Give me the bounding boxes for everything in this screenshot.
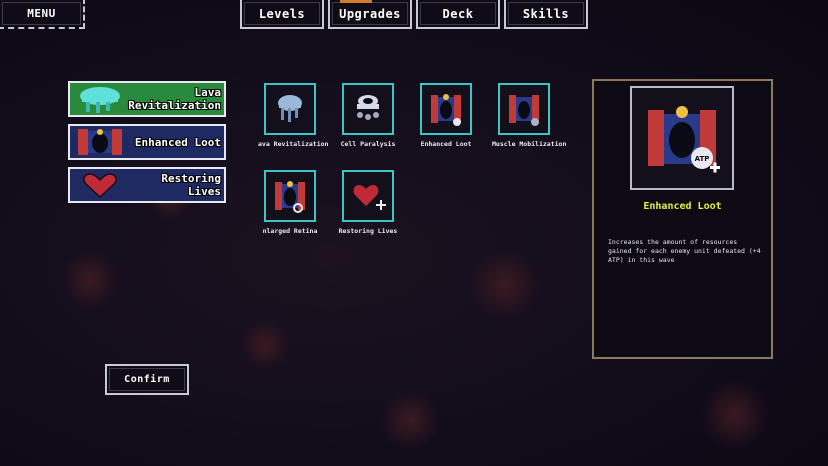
active-tab-indicator <box>340 0 372 3</box>
upgrade-label: Cell Paralysis <box>340 140 396 148</box>
muscle-gate-icon <box>509 95 539 126</box>
svg-text:ATP: ATP <box>695 155 710 163</box>
background-spot <box>60 250 120 310</box>
background-spot <box>700 380 770 450</box>
detail-description: Increases the amount of resources gained… <box>608 238 761 264</box>
menu-button[interactable]: MENU <box>0 0 85 29</box>
upgrade-enhanced-loot[interactable]: Enhanced Loot <box>414 83 478 148</box>
detail-image: ATP <box>630 86 734 190</box>
selected-card-enhanced-loot[interactable]: Enhanced Loot <box>68 124 226 160</box>
upgrade-label: Enhanced Loot <box>420 140 472 148</box>
upgrade-label: nlarged Retina <box>262 227 318 235</box>
selected-card-restoring-lives[interactable]: Restoring Lives <box>68 167 226 203</box>
background-spot <box>470 250 540 320</box>
upgrade-muscle-mobilization[interactable]: Muscle Mobilization <box>492 83 567 148</box>
upgrade-label: Restoring Lives <box>338 227 398 235</box>
tab-levels[interactable]: Levels <box>240 0 324 29</box>
heart-plus-icon <box>353 185 386 210</box>
upgrade-label: ava Revitalization <box>258 140 329 148</box>
upgrade-label: Muscle Mobilization <box>492 140 567 148</box>
enhanced-loot-icon <box>431 94 461 126</box>
retina-gate-icon <box>275 181 305 213</box>
enhanced-loot-icon: ATP <box>648 106 720 173</box>
background-spot <box>380 390 440 450</box>
lava-jellyfish-icon <box>80 87 120 113</box>
upgrade-lava-revitalization[interactable]: ava Revitalization <box>258 83 329 148</box>
selected-card-lava-revitalization[interactable]: Lava Revitalization <box>68 81 226 117</box>
enhanced-loot-icon <box>78 129 122 155</box>
background-spot <box>240 320 290 370</box>
upgrade-enlarged-retina[interactable]: nlarged Retina <box>258 170 322 235</box>
lava-jellyfish-icon <box>278 95 302 122</box>
detail-title: Enhanced Loot <box>643 201 722 212</box>
selected-card-label: Restoring Lives <box>161 172 221 198</box>
confirm-button[interactable]: Confirm <box>105 364 189 395</box>
tab-skills[interactable]: Skills <box>504 0 588 29</box>
upgrade-cell-paralysis[interactable]: Cell Paralysis <box>336 83 400 148</box>
tab-deck[interactable]: Deck <box>416 0 500 29</box>
heart-icon <box>83 173 117 199</box>
selected-card-label: Enhanced Loot <box>134 135 221 149</box>
upgrade-detail-panel: ATP Enhanced Loot Increases the amount o… <box>592 79 773 359</box>
cell-jellyfish-icon <box>357 95 379 120</box>
upgrade-restoring-lives[interactable]: Restoring Lives <box>336 170 400 235</box>
tab-upgrades[interactable]: Upgrades <box>328 0 412 29</box>
selected-card-label: Lava Revitalization <box>128 86 221 112</box>
